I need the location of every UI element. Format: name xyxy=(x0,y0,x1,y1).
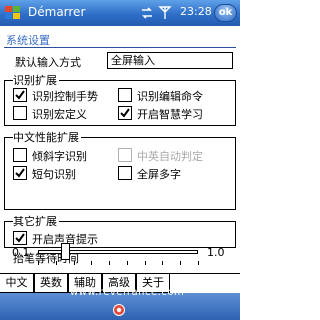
fullscreen-multi-checkbox[interactable] xyxy=(118,166,132,180)
input-panel-icon[interactable] xyxy=(108,303,130,317)
connectivity-icon[interactable] xyxy=(140,6,154,20)
slant-checkbox[interactable] xyxy=(13,148,27,162)
edit-command-label: 识别编辑命令 xyxy=(137,90,203,103)
pen-wait-slider-thumb[interactable] xyxy=(61,243,70,260)
fullscreen-multi-label: 全屏多字 xyxy=(137,168,181,181)
gesture-checkbox[interactable] xyxy=(13,88,27,102)
smart-learning-label: 开启智慧学习 xyxy=(137,108,203,121)
pen-wait-tick xyxy=(198,261,199,265)
input-method-label: 默认输入方式 xyxy=(15,56,81,69)
recognition-ext-title: 识别扩展 xyxy=(13,72,59,88)
macro-label: 识别宏定义 xyxy=(32,108,87,121)
other-ext-title: 其它扩展 xyxy=(13,213,59,229)
short-sentence-checkbox[interactable] xyxy=(13,166,27,180)
sound-checkbox[interactable] xyxy=(13,231,27,245)
pen-wait-tick xyxy=(145,261,146,265)
edit-command-checkbox[interactable] xyxy=(118,88,132,102)
smart-learning-checkbox[interactable] xyxy=(118,106,132,120)
pen-wait-tick xyxy=(162,261,163,265)
clock[interactable]: 23:28 xyxy=(180,5,212,18)
input-method-select[interactable]: 全屏输入 xyxy=(107,52,233,69)
macro-checkbox[interactable] xyxy=(13,106,27,120)
pen-wait-tick xyxy=(56,261,57,265)
pen-wait-tick xyxy=(180,261,181,265)
signal-icon[interactable] xyxy=(158,5,172,20)
pen-wait-tick xyxy=(91,261,92,265)
title-bar: Démarrer 23:28 ok xyxy=(0,0,240,26)
page-title: 系统设置 xyxy=(6,34,50,47)
app-title: Démarrer xyxy=(28,5,86,19)
watermark: www.revefrance.com xyxy=(70,287,185,298)
ok-button[interactable]: ok xyxy=(214,4,237,22)
pen-wait-tick xyxy=(74,261,75,265)
auto-detect-label: 中英自动判定 xyxy=(137,150,203,163)
pen-wait-tick xyxy=(38,261,39,265)
checkmark-icon xyxy=(15,168,25,178)
chinese-ext-title: 中文性能扩展 xyxy=(13,129,81,145)
short-sentence-label: 短句识别 xyxy=(32,168,76,181)
tab-chinese[interactable]: 中文 xyxy=(0,274,34,293)
slant-label: 倾斜字识别 xyxy=(32,150,87,163)
heading-divider xyxy=(4,47,236,48)
pen-wait-min-label: 0.1 xyxy=(12,246,30,259)
pen-wait-tick xyxy=(109,261,110,265)
gesture-label: 识别控制手势 xyxy=(32,90,98,103)
auto-detect-checkbox xyxy=(118,148,132,162)
windows-flag-icon[interactable] xyxy=(2,3,24,23)
tab-alphanumeric[interactable]: 英数 xyxy=(34,274,68,293)
pen-wait-tick xyxy=(127,261,128,265)
checkmark-icon xyxy=(15,233,25,243)
checkmark-icon xyxy=(120,108,130,118)
checkmark-icon xyxy=(15,90,25,100)
pen-wait-max-label: 1.0 xyxy=(207,246,225,259)
